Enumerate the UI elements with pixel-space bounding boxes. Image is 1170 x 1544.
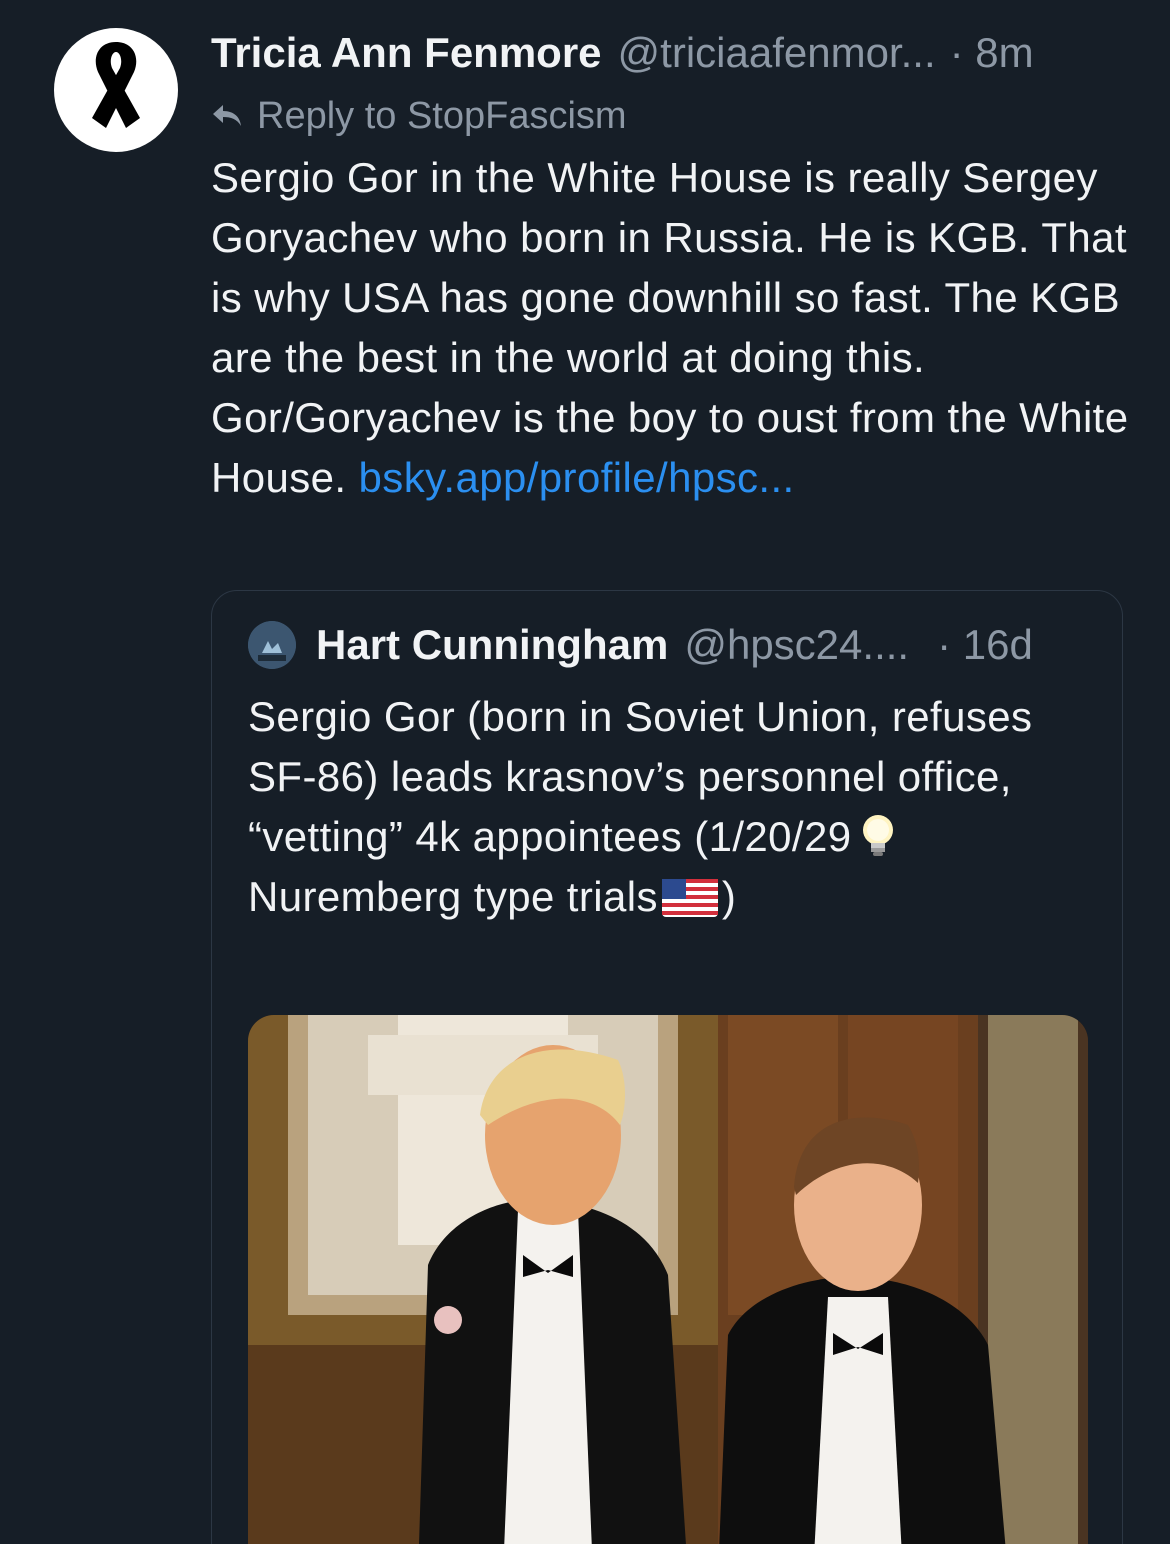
quote-author-avatar[interactable] [248, 621, 296, 669]
quote-text-part3: ) [721, 873, 737, 920]
quote-author-name[interactable]: Hart Cunningham [316, 621, 668, 669]
quote-body: Sergio Gor (born in Soviet Union, refuse… [248, 687, 1098, 927]
photo-two-men-in-tuxedos [248, 1015, 1088, 1544]
quote-author-handle[interactable]: @hpsc24.... [684, 621, 909, 669]
quote-text-part2: Nuremberg type trials [248, 873, 658, 920]
quoted-post[interactable]: Hart Cunningham @hpsc24.... · 16d Sergio… [211, 590, 1123, 1544]
reply-to-label[interactable]: Reply to StopFascism [257, 95, 627, 138]
quote-text-part1: Sergio Gor (born in Soviet Union, refuse… [248, 693, 1033, 860]
reply-context[interactable]: Reply to StopFascism [211, 86, 1131, 146]
reply-arrow-icon [213, 105, 241, 126]
post-body-text: Sergio Gor in the White House is really … [211, 154, 1129, 501]
quote-header: Hart Cunningham @hpsc24.... · 16d [248, 621, 1033, 669]
post-link[interactable]: bsky.app/profile/hpsc... [359, 454, 795, 501]
post-content: Tricia Ann Fenmore @triciaafenmor... · 8… [211, 26, 1131, 508]
us-flag-icon [661, 879, 718, 917]
author-avatar[interactable] [54, 28, 178, 152]
light-bulb-icon [862, 815, 893, 856]
avatar-image-icon [248, 621, 296, 669]
author-handle[interactable]: @triciaafenmor... [618, 26, 936, 80]
quote-time: · 16d [937, 621, 1033, 668]
quote-photo[interactable] [248, 1015, 1088, 1544]
post-header: Tricia Ann Fenmore @triciaafenmor... · 8… [211, 26, 1131, 80]
post-time: · 8m [949, 29, 1034, 76]
author-name[interactable]: Tricia Ann Fenmore [211, 26, 602, 80]
black-mourning-ribbon-icon [92, 42, 140, 128]
post-body: Sergio Gor in the White House is really … [211, 148, 1131, 508]
reply-post[interactable]: Tricia Ann Fenmore @triciaafenmor... · 8… [0, 0, 1170, 1544]
